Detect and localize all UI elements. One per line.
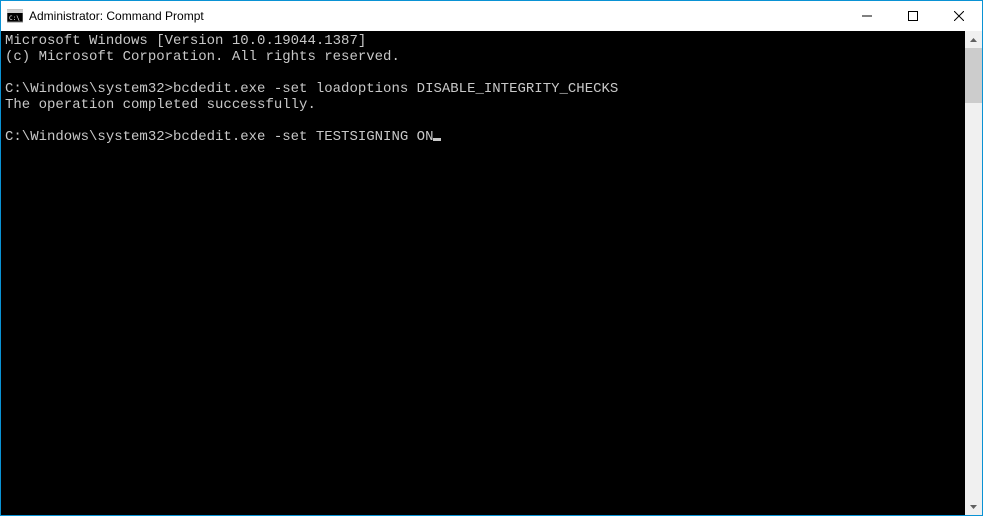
terminal-line: C:\Windows\system32>bcdedit.exe -set TES… (5, 129, 965, 145)
scroll-thumb[interactable] (965, 48, 982, 103)
terminal-line: C:\Windows\system32>bcdedit.exe -set loa… (5, 81, 965, 97)
terminal-line (5, 65, 965, 81)
cmd-icon: C:\ (7, 8, 23, 24)
terminal-cursor (433, 138, 441, 141)
terminal-line (5, 113, 965, 129)
scroll-track[interactable] (965, 48, 982, 498)
terminal-line: Microsoft Windows [Version 10.0.19044.13… (5, 33, 965, 49)
vertical-scrollbar[interactable] (965, 31, 982, 515)
window-title: Administrator: Command Prompt (29, 9, 204, 23)
window-controls (844, 1, 982, 31)
scroll-down-arrow-icon[interactable] (965, 498, 982, 515)
svg-text:C:\: C:\ (9, 15, 20, 22)
scroll-up-arrow-icon[interactable] (965, 31, 982, 48)
terminal-output[interactable]: Microsoft Windows [Version 10.0.19044.13… (1, 31, 965, 515)
close-button[interactable] (936, 1, 982, 31)
minimize-button[interactable] (844, 1, 890, 31)
terminal-line: (c) Microsoft Corporation. All rights re… (5, 49, 965, 65)
command-prompt-window: C:\ Administrator: Command Prompt Micros… (0, 0, 983, 516)
client-area: Microsoft Windows [Version 10.0.19044.13… (1, 31, 982, 515)
maximize-button[interactable] (890, 1, 936, 31)
titlebar[interactable]: C:\ Administrator: Command Prompt (1, 1, 982, 31)
terminal-line: The operation completed successfully. (5, 97, 965, 113)
